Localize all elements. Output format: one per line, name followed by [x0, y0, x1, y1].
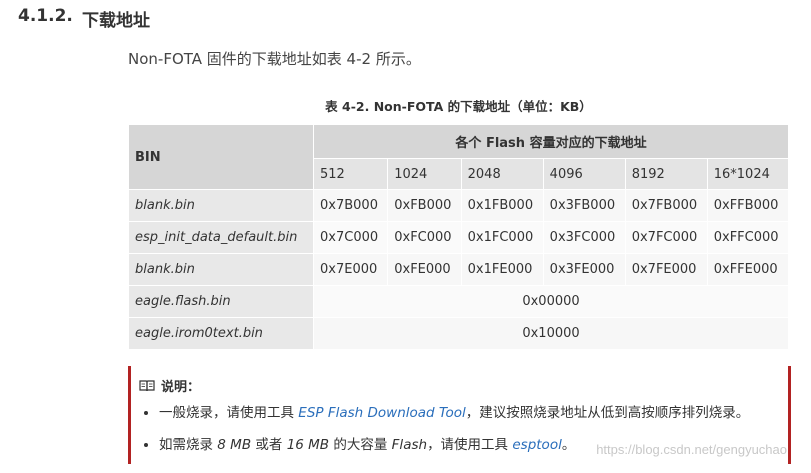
table-row: eagle.irom0text.bin 0x10000	[128, 317, 789, 350]
note-item: 一般烧录，请使用工具 ESP Flash Download Tool，建议按照烧…	[159, 400, 749, 426]
table-header-row: BIN 各个 Flash 容量对应的下载地址	[128, 124, 789, 190]
note-text: 的大容量	[329, 437, 392, 453]
bin-name: eagle.irom0text.bin	[128, 317, 314, 350]
address-cell: 0x1FC000	[460, 221, 544, 254]
esptool-link[interactable]: esptool	[512, 437, 561, 453]
bin-column-header: BIN	[128, 124, 314, 190]
table-row: blank.bin 0x7E000 0xFE000 0x1FE000 0x3FE…	[128, 253, 790, 286]
bin-name: blank.bin	[128, 189, 314, 222]
note-title: 说明：	[139, 376, 200, 395]
note-emphasis: 8 MB	[217, 437, 252, 453]
bin-name: blank.bin	[128, 253, 314, 286]
address-cell: 0xFC000	[387, 221, 462, 254]
address-cell: 0xFB000	[387, 189, 462, 222]
section-title: 下载地址	[82, 11, 150, 31]
address-cell: 0x7E000	[312, 253, 389, 286]
table-row: esp_init_data_default.bin 0x7C000 0xFC00…	[128, 221, 790, 254]
address-cell: 0x1FB000	[460, 189, 544, 222]
address-cell: 0x1FE000	[460, 253, 544, 286]
address-cell: 0x7FC000	[624, 221, 708, 254]
table-caption: 表 4-2. Non-FOTA 的下载地址（单位：KB）	[325, 99, 592, 114]
flash-size-group-header: 各个 Flash 容量对应的下载地址	[313, 124, 789, 159]
note-text: 。	[561, 437, 576, 453]
address-cell: 0x7FE000	[624, 253, 708, 286]
size-header: 16*1024	[706, 158, 790, 190]
note-title-text: 说明：	[161, 380, 201, 395]
address-cell: 0x7B000	[312, 189, 389, 222]
address-cell: 0xFFC000	[706, 221, 790, 254]
esp-flash-download-tool-link[interactable]: ESP Flash Download Tool	[298, 405, 465, 421]
size-header: 4096	[542, 158, 626, 190]
address-cell: 0x7FB000	[624, 189, 708, 222]
address-cell: 0xFFB000	[706, 189, 790, 222]
note-text: 一般烧录，请使用工具	[159, 405, 299, 421]
table-row: blank.bin 0x7B000 0xFB000 0x1FB000 0x3FB…	[128, 189, 790, 222]
table-row: eagle.flash.bin 0x00000	[128, 285, 789, 318]
note-emphasis: 16 MB	[286, 437, 330, 453]
watermark: https://blog.csdn.net/gengyuchao	[596, 442, 787, 457]
note-text: 如需烧录	[159, 437, 218, 453]
size-header: 8192	[624, 158, 708, 190]
address-cell: 0xFFE000	[706, 253, 790, 286]
size-header: 512	[312, 158, 389, 190]
address-cell: 0x3FE000	[542, 253, 626, 286]
address-cell: 0x3FC000	[542, 221, 626, 254]
size-header: 2048	[460, 158, 544, 190]
address-span-cell: 0x10000	[313, 317, 789, 350]
size-header: 1024	[387, 158, 462, 190]
note-text: ，请使用工具	[427, 437, 513, 453]
section-number: 4.1.2.	[18, 6, 73, 26]
note-emphasis: Flash	[391, 437, 428, 453]
download-address-table: BIN 各个 Flash 容量对应的下载地址 512 1024 2048 409…	[128, 124, 790, 350]
address-span-cell: 0x00000	[313, 285, 789, 318]
note-text: ，建议按照烧录地址从低到高按顺序排列烧录。	[465, 405, 750, 421]
bin-name: esp_init_data_default.bin	[128, 221, 314, 254]
section-heading: 4.1.2. 下载地址	[18, 6, 150, 31]
intro-paragraph: Non-FOTA 固件的下载地址如表 4-2 所示。	[128, 50, 421, 68]
address-cell: 0x7C000	[312, 221, 389, 254]
note-text: 或者	[251, 437, 287, 453]
address-cell: 0x3FB000	[542, 189, 626, 222]
book-icon	[139, 379, 155, 391]
address-cell: 0xFE000	[387, 253, 462, 286]
bin-name: eagle.flash.bin	[128, 285, 314, 318]
